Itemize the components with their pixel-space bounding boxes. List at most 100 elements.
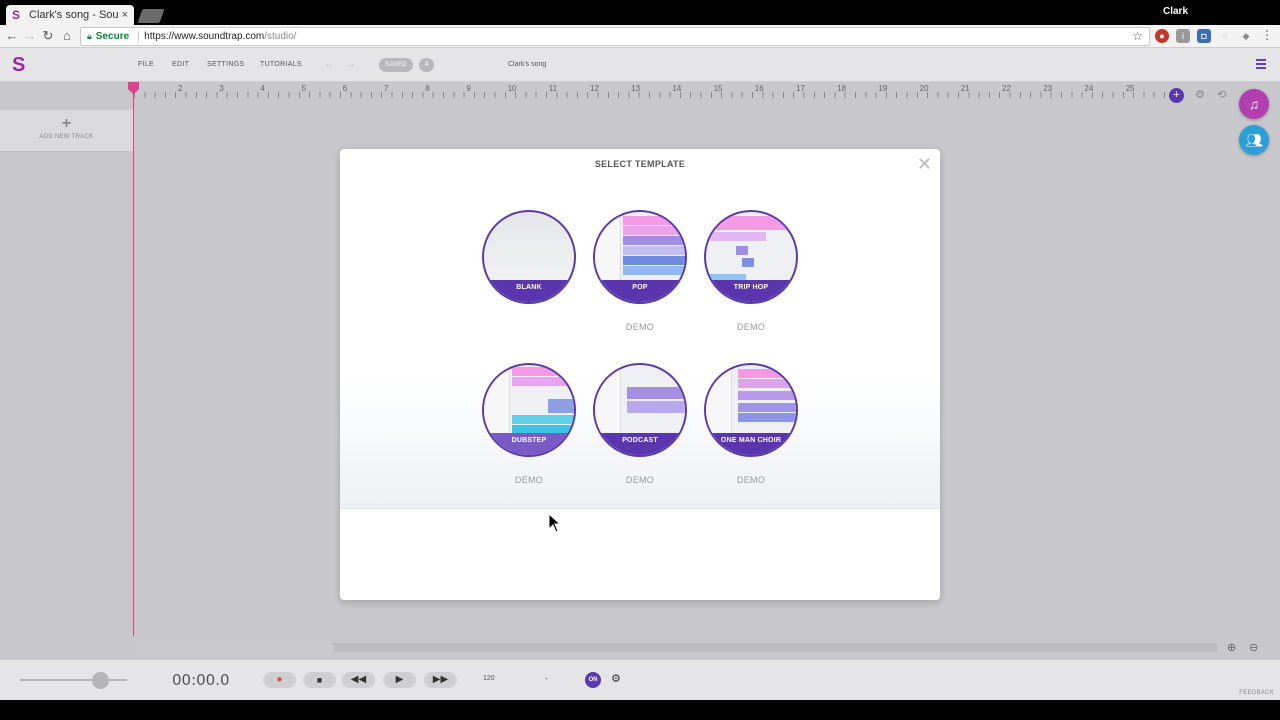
clip-preview [738, 379, 796, 388]
ruler-mark: 2 [178, 84, 183, 93]
home-icon[interactable]: ⌂ [59, 28, 75, 44]
extension-new-icon[interactable]: ◘ [1197, 29, 1211, 43]
extension-circle-icon[interactable]: ○ [1218, 29, 1232, 43]
ruler-mark: 19 [878, 84, 888, 93]
horizontal-scrollbar[interactable] [134, 643, 1218, 652]
template-label: POP [595, 280, 685, 302]
trip-hop-demo-link[interactable]: DEMO [704, 322, 798, 332]
key-display[interactable]: - [545, 674, 548, 683]
clip-preview [623, 236, 685, 245]
master-volume-slider[interactable] [20, 679, 127, 681]
screen: S Clark's song - Soun × Clark ← → ↻ ⌂ 🔒︎… [0, 0, 1280, 720]
select-template-dialog: SELECT TEMPLATE ✕ BLANK POP TRIP HOP DUB… [340, 149, 940, 600]
url-host: https://www.soundtrap.com [144, 31, 265, 42]
transport-bar: 00:00.0 ● ■ ◀◀ ▶ ▶▶ 120 - ON ⚙ FEEDBACK [0, 659, 1280, 700]
zoom-in-icon[interactable]: ⊕ [1227, 641, 1236, 654]
stop-button[interactable]: ■ [303, 672, 336, 688]
clip-preview [512, 377, 574, 386]
mouse-cursor-icon [548, 513, 562, 533]
template-dubstep[interactable]: DUBSTEP [482, 363, 576, 457]
lock-icon: 🔒︎ [87, 31, 92, 41]
master-volume-knob[interactable] [92, 672, 109, 689]
tempo-display[interactable]: 120 [483, 675, 495, 682]
menu-file[interactable]: FILE [138, 61, 154, 68]
ruler-mark: 17 [796, 84, 805, 93]
redo-icon[interactable]: → [346, 59, 356, 70]
browser-tab[interactable]: S Clark's song - Soun × [6, 5, 134, 25]
new-tab-button[interactable] [137, 9, 165, 23]
feedback-link[interactable]: FEEDBACK [1239, 690, 1274, 696]
pop-demo-link[interactable]: DEMO [593, 322, 687, 332]
tab-title: Clark's song - Soun [29, 9, 118, 21]
hamburger-menu-icon[interactable] [1256, 59, 1266, 69]
podcast-demo-link[interactable]: DEMO [593, 475, 687, 485]
template-trip-hop[interactable]: TRIP HOP [704, 210, 798, 304]
one-man-choir-demo-link[interactable]: DEMO [704, 475, 798, 485]
ruler-mark: 14 [672, 84, 682, 93]
timeline-ruler[interactable]: 2 3 4 5 6 7 8 9 10 11 12 13 14 15 16 17 18 19 20 21 22 23 24 25 [134, 84, 1166, 98]
back-arrow-icon[interactable]: ← [4, 28, 20, 44]
menu-edit[interactable]: EDIT [172, 61, 189, 68]
ruler-mark: 11 [548, 84, 558, 93]
play-button[interactable]: ▶ [383, 672, 416, 688]
metronome-toggle[interactable]: ON [585, 672, 601, 688]
add-track-button[interactable]: + ADD NEW TRACK [0, 110, 133, 152]
collaborators-icon[interactable]: 👥︎ [1239, 125, 1269, 155]
rewind-button[interactable]: ◀◀ [342, 672, 375, 688]
template-label: PODCAST [595, 433, 685, 455]
close-icon[interactable]: ✕ [917, 155, 932, 173]
song-title[interactable]: Clark's song [508, 61, 546, 68]
template-podcast[interactable]: PODCAST [593, 363, 687, 457]
extension-shield-icon[interactable]: ◆ [1239, 29, 1253, 43]
playhead-line [133, 84, 134, 636]
template-blank[interactable]: BLANK [482, 210, 576, 304]
modal-title: SELECT TEMPLATE [594, 159, 686, 169]
fast-forward-button[interactable]: ▶▶ [424, 672, 457, 688]
menu-settings[interactable]: SETTINGS [207, 61, 244, 68]
history-count-badge[interactable]: 4 [419, 58, 434, 72]
ruler-mark: 25 [1125, 84, 1135, 93]
address-bar[interactable]: 🔒︎ Secure https://www.soundtrap.com/stud… [80, 27, 1150, 46]
record-button[interactable]: ● [263, 672, 296, 688]
clip-preview [738, 369, 796, 378]
template-pop[interactable]: POP [593, 210, 687, 304]
zoom-out-icon[interactable]: ⊖ [1249, 641, 1258, 654]
loop-icon[interactable]: ⟲ [1217, 88, 1226, 101]
clip-preview [548, 399, 574, 413]
ruler-mark: 10 [507, 84, 517, 93]
template-label: DUBSTEP [484, 433, 574, 455]
clip-preview [706, 216, 796, 230]
url-path: /studio/ [264, 31, 297, 42]
scrollbar-thumb[interactable] [134, 643, 334, 652]
ruler-mark: 12 [590, 84, 599, 93]
template-label: BLANK [484, 280, 574, 302]
profile-name[interactable]: Clark [1163, 6, 1188, 17]
bookmark-star-icon[interactable]: ☆ [1132, 29, 1143, 43]
ruler-mark: 9 [466, 84, 471, 93]
clip-preview [623, 256, 685, 265]
undo-icon[interactable]: ← [324, 59, 334, 70]
extension-info-icon[interactable]: i [1176, 29, 1190, 43]
soundtrap-logo-icon[interactable]: S [12, 55, 32, 75]
dubstep-demo-link[interactable]: DEMO [482, 475, 576, 485]
ruler-mark: 3 [219, 84, 224, 93]
tab-close-icon[interactable]: × [122, 9, 128, 21]
secure-label: Secure [95, 31, 130, 42]
settings-gear-icon[interactable]: ⚙ [1195, 88, 1205, 101]
music-note-icon[interactable]: ♫ [1239, 89, 1269, 119]
forward-arrow-icon[interactable]: → [22, 28, 38, 44]
soundtrap-favicon-icon: S [12, 8, 21, 22]
browser-menu-icon[interactable]: ⋮ [1261, 28, 1273, 42]
reload-icon[interactable]: ↻ [40, 28, 56, 44]
ruler-mark: 21 [960, 84, 970, 93]
extension-abp-icon[interactable]: ● [1155, 29, 1169, 43]
ruler-mark: 20 [919, 84, 929, 93]
ruler-mark: 5 [301, 84, 307, 93]
screen-bottom-bar [0, 700, 1280, 720]
add-marker-icon[interactable]: + [1169, 88, 1184, 103]
template-one-man-choir[interactable]: ONE MAN CHOIR [704, 363, 798, 457]
metronome-settings-icon[interactable]: ⚙ [611, 672, 621, 685]
ruler-mark: 15 [713, 84, 723, 93]
saved-status-button[interactable]: SAVED [379, 58, 413, 72]
menu-tutorials[interactable]: TUTORIALS [260, 61, 302, 68]
